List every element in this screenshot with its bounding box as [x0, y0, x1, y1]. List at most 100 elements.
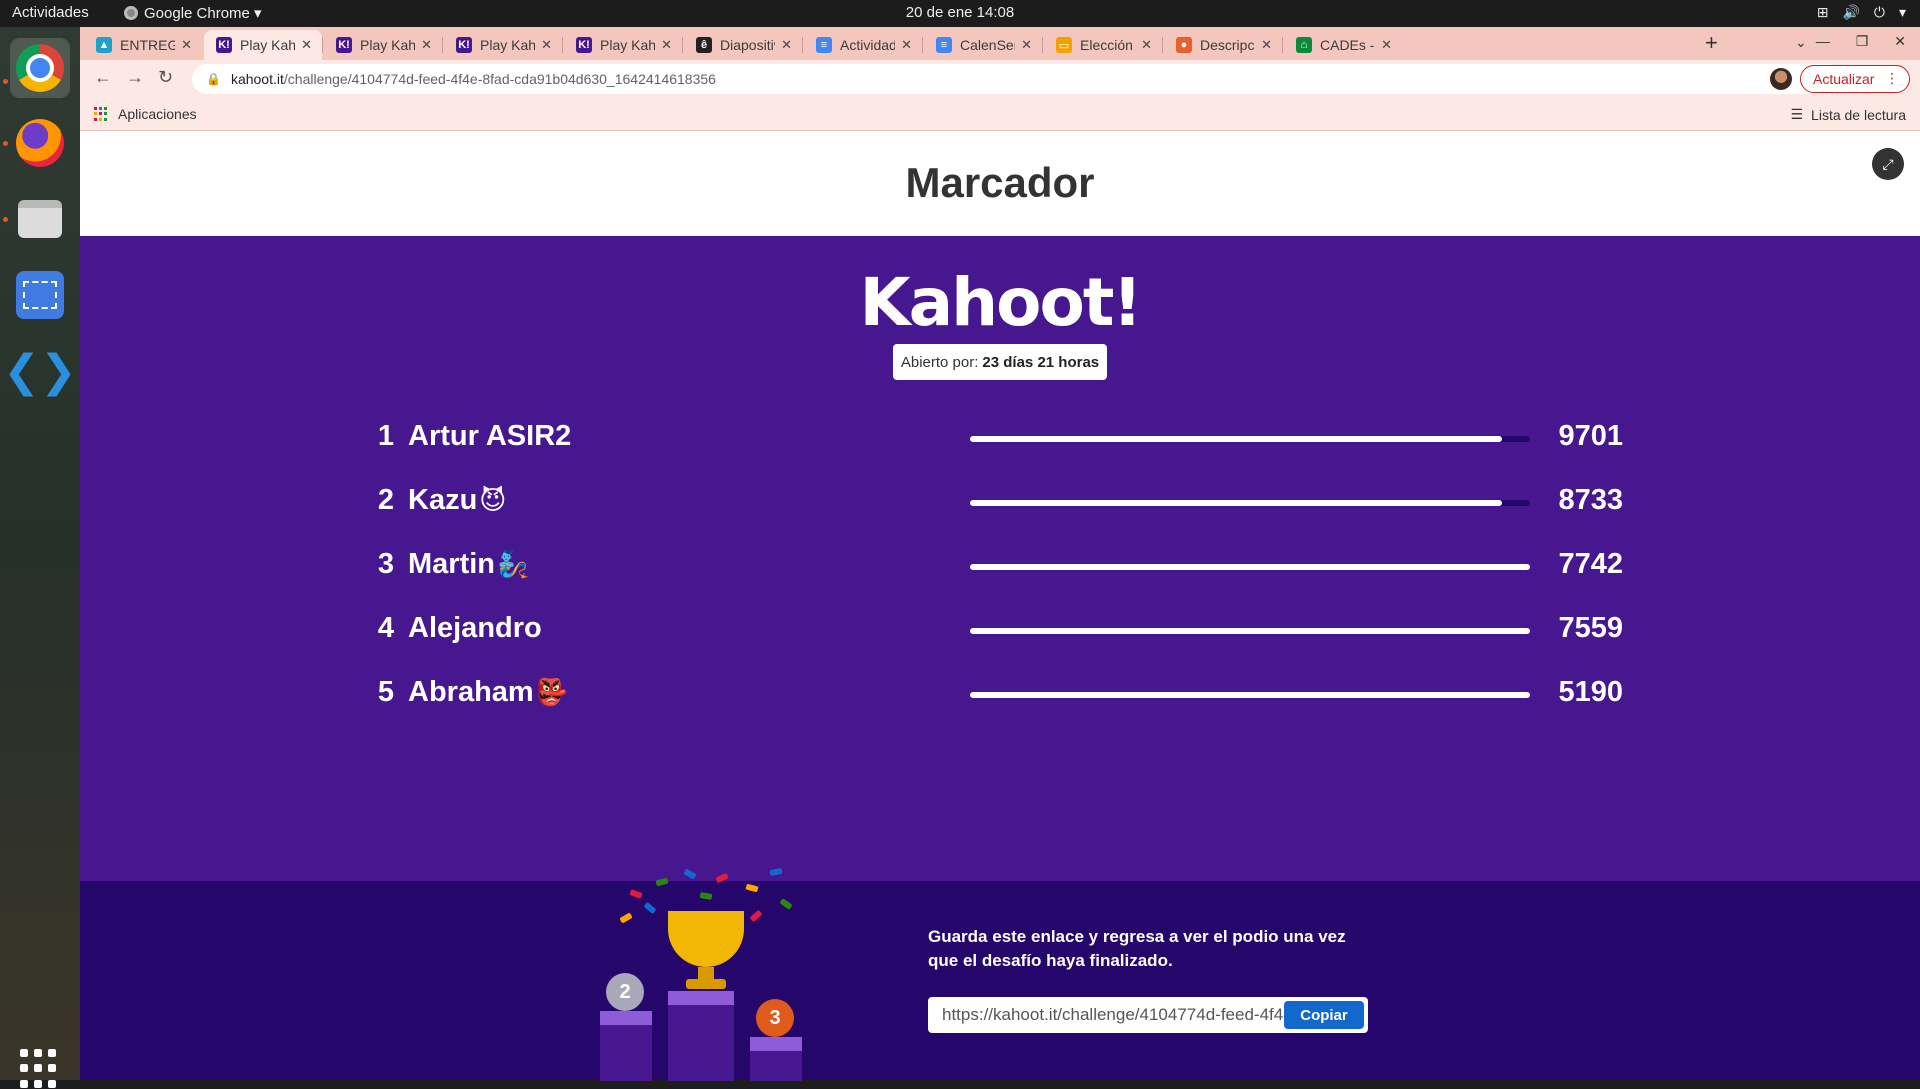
tab-title: Elección de — [1080, 37, 1135, 53]
podium-second-block — [600, 1011, 652, 1081]
kahoot-icon: K! — [576, 37, 592, 53]
dock-vscode[interactable]: ❮❯ — [3, 341, 77, 401]
new-tab-button[interactable]: + — [1705, 30, 1718, 56]
player-name: Artur ASIR2 — [408, 420, 573, 453]
reading-list-button[interactable]: ☰ Lista de lectura — [1790, 106, 1906, 123]
browser-tab[interactable]: ● Descripción ✕ — [1164, 30, 1282, 60]
url-path: /challenge/4104774d-feed-4f4e-8fad-cda91… — [283, 71, 716, 87]
andalucia-icon: ⌂ — [1296, 37, 1312, 53]
share-instructions: Guarda este enlace y regresa a ver el po… — [928, 927, 1346, 970]
screenshot-icon — [16, 271, 64, 319]
player-name: Martin🧞 — [408, 548, 529, 581]
copy-button[interactable]: Copiar — [1284, 1001, 1364, 1029]
tab-title: ENTREGA 3. — [120, 37, 176, 53]
close-tab-icon[interactable]: ✕ — [781, 37, 792, 53]
leaderboard-row: 2 Kazu😈 8733 — [80, 476, 1920, 526]
close-tab-icon[interactable]: ✕ — [1381, 37, 1392, 53]
close-tab-icon[interactable]: ✕ — [661, 37, 672, 53]
player-rank: 2 — [377, 484, 394, 516]
score-bar-fill — [970, 500, 1502, 506]
running-indicator — [3, 79, 8, 84]
player-score: 8733 — [1558, 484, 1623, 516]
open-value: 23 días 21 horas — [982, 353, 1100, 371]
browser-tab[interactable]: ⌂ CADEs - And ✕ — [1284, 30, 1402, 60]
kahoot-icon: K! — [456, 37, 472, 53]
tab-separator — [322, 37, 323, 53]
confetti — [655, 877, 669, 887]
tab-separator — [682, 37, 683, 53]
show-applications-icon[interactable] — [20, 1049, 60, 1089]
browser-tab[interactable]: K! Play Kahoot ✕ — [564, 30, 682, 60]
close-tab-icon[interactable]: ✕ — [301, 37, 312, 53]
browser-tab[interactable]: ▭ Elección de ✕ — [1044, 30, 1162, 60]
reload-icon[interactable]: ↻ — [158, 67, 173, 88]
bronze-medal-icon: 3 — [756, 999, 794, 1037]
score-bar — [970, 692, 1530, 698]
close-tab-icon[interactable]: ✕ — [1021, 37, 1032, 53]
close-tab-icon[interactable]: ✕ — [181, 37, 192, 53]
browser-tab[interactable]: ▲ ENTREGA 3. ✕ — [84, 30, 202, 60]
clock[interactable]: 20 de ene 14:08 — [0, 4, 1920, 21]
close-window-icon[interactable]: ✕ — [1894, 33, 1906, 50]
player-name: Alejandro — [408, 612, 544, 645]
page-title: Marcador — [905, 159, 1095, 206]
player-rank: 3 — [377, 548, 394, 580]
system-tray[interactable]: ⊞ 🔊 ⏻ ▾ — [1817, 4, 1906, 21]
dock-files[interactable] — [10, 189, 70, 249]
tab-separator — [1162, 37, 1163, 53]
leaderboard-row: 3 Martin🧞 7742 — [80, 540, 1920, 590]
tab-separator — [802, 37, 803, 53]
podium-first-block — [668, 991, 734, 1081]
tab-strip: + ⌄ — ❐ ✕ ▲ ENTREGA 3. ✕ K! Play Kahoot ✕ K! Pl… — [80, 27, 1920, 60]
confetti — [699, 892, 713, 900]
apps-bookmark[interactable]: Aplicaciones — [94, 106, 197, 122]
close-tab-icon[interactable]: ✕ — [1141, 37, 1152, 53]
tab-separator — [562, 37, 563, 53]
genially-icon: ê — [696, 37, 712, 53]
dock-chrome[interactable] — [10, 38, 70, 98]
minimize-icon[interactable]: — — [1816, 33, 1830, 50]
browser-tab[interactable]: K! Play Kahoot ✕ — [324, 30, 442, 60]
player-name-text: Kazu — [408, 484, 478, 516]
browser-tab[interactable]: ≡ CalenSeman ✕ — [924, 30, 1042, 60]
dock-screenshot[interactable] — [10, 265, 70, 325]
score-bar — [970, 500, 1530, 506]
podium-cap — [600, 1011, 652, 1025]
chrome-icon — [16, 44, 64, 92]
system-top-bar: Actividades Google Chrome ▾ 20 de ene 14… — [0, 0, 1920, 27]
player-name: Abraham👺 — [408, 676, 568, 709]
address-bar[interactable]: 🔒 kahoot.it/challenge/4104774d-feed-4f4e… — [192, 64, 1842, 94]
profile-avatar[interactable] — [1770, 68, 1792, 90]
tab-title: CADEs - And — [1320, 37, 1375, 53]
player-name-text: Artur ASIR2 — [408, 420, 572, 452]
close-tab-icon[interactable]: ✕ — [421, 37, 432, 53]
browser-tab[interactable]: ê Diapositiva ✕ — [684, 30, 802, 60]
podium-cap — [750, 1037, 802, 1051]
confetti — [769, 868, 783, 876]
close-tab-icon[interactable]: ✕ — [541, 37, 552, 53]
classroom-icon: ▲ — [96, 37, 112, 53]
browser-tab[interactable]: K! Play Kahoot ✕ — [204, 30, 322, 60]
open-duration-badge: Abierto por: 23 días 21 horas — [893, 344, 1107, 380]
leaderboard-row: 1 Artur ASIR2 9701 — [80, 412, 1920, 462]
browser-tab[interactable]: ≡ Actividad n ✕ — [804, 30, 922, 60]
kahoot-icon: K! — [336, 37, 352, 53]
update-button[interactable]: Actualizar ⋮ — [1800, 65, 1910, 93]
score-bar — [970, 564, 1530, 570]
dock-firefox[interactable] — [10, 113, 70, 173]
player-score: 7559 — [1558, 612, 1623, 644]
browser-tab[interactable]: K! Play Kahoot ✕ — [444, 30, 562, 60]
share-link-input[interactable] — [928, 997, 1284, 1033]
google-docs-icon: ≡ — [936, 37, 952, 53]
close-tab-icon[interactable]: ✕ — [901, 37, 912, 53]
fullscreen-icon[interactable]: ⤢ — [1872, 148, 1904, 180]
tab-search-icon[interactable]: ⌄ — [1795, 34, 1807, 51]
restore-icon[interactable]: ❐ — [1856, 33, 1869, 50]
confetti — [683, 868, 697, 880]
score-bar-fill — [970, 564, 1530, 570]
close-tab-icon[interactable]: ✕ — [1261, 37, 1272, 53]
forward-icon[interactable]: → — [126, 67, 144, 88]
confetti — [745, 883, 759, 893]
player-score: 9701 — [1558, 420, 1623, 452]
back-icon[interactable]: ← — [94, 67, 112, 88]
